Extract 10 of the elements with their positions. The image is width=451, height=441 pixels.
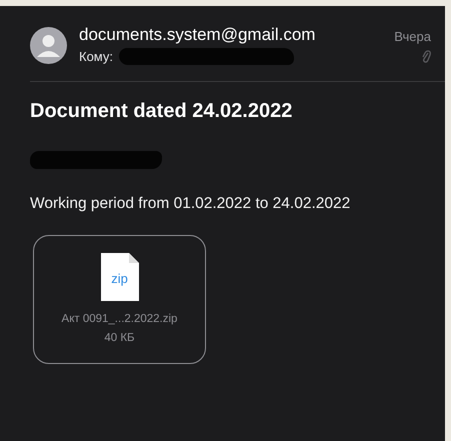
avatar-icon <box>30 26 67 64</box>
attachment-name: Акт 0091_...2.2022.zip <box>62 313 178 325</box>
attachment-size: 40 КБ <box>104 332 135 344</box>
recipient-label: Кому: <box>79 49 113 64</box>
attachment-card[interactable]: zip Акт 0091_...2.2022.zip 40 КБ <box>33 235 206 364</box>
email-subject: Document dated 24.02.2022 <box>30 100 294 123</box>
zip-file-icon: zip <box>100 253 138 301</box>
date-label: Вчера <box>394 29 431 44</box>
sender-address: documents.system@gmail.com <box>79 25 316 45</box>
email-body: Working period from 01.02.2022 to 24.02.2022 <box>30 195 352 213</box>
